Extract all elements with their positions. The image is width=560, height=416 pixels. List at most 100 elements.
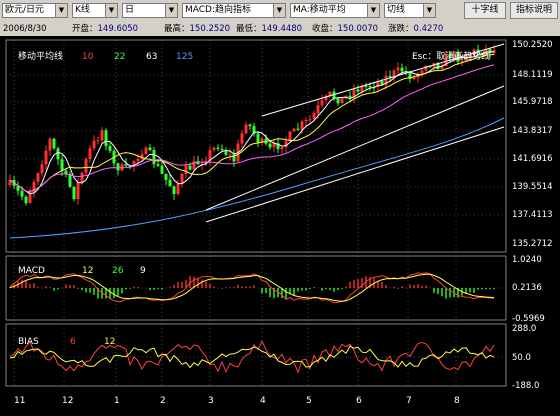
low-field: 最低：149.4480 bbox=[236, 23, 302, 35]
indicator-group-value: MACD:趋向指标 bbox=[185, 5, 252, 15]
ma-indicator-select[interactable]: MA:移动平均 ▼ bbox=[290, 3, 380, 18]
candle-body bbox=[228, 154, 232, 156]
candle-body bbox=[296, 128, 300, 130]
ma-title: 移动平均线 bbox=[18, 50, 63, 62]
candle-body bbox=[168, 179, 172, 187]
y-tick: 135.2712 bbox=[512, 239, 553, 249]
x-tick-month: 7 bbox=[406, 396, 412, 406]
candle-body bbox=[400, 67, 404, 72]
candle-body bbox=[20, 190, 24, 197]
candle-body bbox=[56, 148, 60, 160]
indicator-group-select[interactable]: MACD:趋向指标 ▼ bbox=[182, 3, 286, 18]
candle-body bbox=[348, 95, 352, 98]
change-value: 0.4270 bbox=[413, 24, 444, 34]
candle-body bbox=[188, 165, 192, 170]
y-tick: 50.0 bbox=[512, 353, 531, 363]
candle-body bbox=[172, 186, 176, 195]
x-tick-month: 3 bbox=[208, 396, 214, 406]
open-value: 149.6050 bbox=[97, 24, 139, 34]
candle-body bbox=[136, 158, 140, 161]
y-tick: 0.2136 bbox=[512, 283, 542, 293]
bias-param-12: 12 bbox=[104, 337, 115, 347]
low-value: 149.4480 bbox=[261, 24, 303, 34]
ma22-label: 22 bbox=[114, 52, 125, 62]
candle-body bbox=[88, 148, 92, 160]
candle-body bbox=[104, 130, 108, 147]
candle-body bbox=[100, 130, 104, 141]
y-tick: 139.5514 bbox=[512, 182, 553, 192]
open-label: 开盘： bbox=[72, 24, 98, 34]
crosshair-button[interactable]: 十字线 bbox=[464, 2, 506, 19]
candle-body bbox=[44, 150, 48, 165]
ma125-label: 125 bbox=[176, 52, 193, 62]
x-tick-month: 5 bbox=[306, 396, 312, 406]
candle-body bbox=[52, 138, 56, 149]
x-tick-month: 6 bbox=[356, 396, 362, 406]
chevron-down-icon[interactable]: ▼ bbox=[423, 4, 435, 17]
ma63-label: 63 bbox=[146, 52, 157, 62]
symbol-value: 欧元/日元 bbox=[5, 5, 45, 15]
high-label: 最高： bbox=[164, 24, 190, 34]
chart-type-value: K线 bbox=[75, 5, 90, 15]
quote-date: 2006/8/30 bbox=[3, 24, 47, 34]
period-select[interactable]: 日 ▼ bbox=[122, 3, 178, 18]
y-tick: 141.6916 bbox=[512, 154, 553, 164]
y-tick: 150.2520 bbox=[512, 40, 553, 50]
candle-body bbox=[356, 89, 360, 92]
y-tick: 1.0240 bbox=[512, 255, 542, 265]
candle-body bbox=[368, 86, 372, 88]
ma-indicator-value: MA:移动平均 bbox=[293, 5, 346, 15]
candle-body bbox=[292, 128, 296, 132]
candle-body bbox=[288, 131, 292, 142]
x-tick-month: 4 bbox=[260, 396, 266, 406]
ma10-label: 10 bbox=[82, 52, 94, 62]
candle-body bbox=[164, 173, 168, 180]
y-tick: 137.4113 bbox=[512, 210, 553, 220]
x-tick-month: 12 bbox=[62, 396, 73, 406]
candle-body bbox=[156, 164, 160, 166]
esc-hint: Esc：取消画趋势线 bbox=[412, 50, 490, 62]
chevron-down-icon[interactable]: ▼ bbox=[105, 4, 117, 17]
bias-title: BIAS bbox=[18, 337, 39, 347]
macd-param-slow: 26 bbox=[112, 266, 124, 276]
chart-area[interactable]: 移动平均线 10 22 63 125 Esc：取消画趋势线 150.2520 1… bbox=[0, 36, 560, 416]
chevron-down-icon[interactable]: ▼ bbox=[165, 4, 177, 17]
y-tick: 143.8317 bbox=[512, 126, 553, 136]
x-tick-month: 2 bbox=[160, 396, 166, 406]
candle-body bbox=[176, 183, 180, 195]
change-label: 涨跌： bbox=[388, 24, 414, 34]
y-tick: 145.9718 bbox=[512, 97, 553, 107]
candle-body bbox=[312, 112, 316, 120]
indicator-help-button[interactable]: 指标说明 bbox=[510, 2, 558, 19]
candle-body bbox=[364, 85, 368, 87]
candle-body bbox=[396, 67, 400, 71]
macd-param-fast: 12 bbox=[82, 266, 93, 276]
split-mode-select[interactable]: 切线 ▼ bbox=[384, 3, 436, 18]
chart-type-select[interactable]: K线 ▼ bbox=[72, 3, 118, 18]
chevron-down-icon[interactable]: ▼ bbox=[273, 4, 285, 17]
x-tick-month: 11 bbox=[14, 396, 25, 406]
candle-body bbox=[268, 143, 272, 148]
candle-body bbox=[92, 140, 96, 149]
candle-body bbox=[148, 147, 152, 151]
candle-body bbox=[60, 159, 64, 171]
y-tick: 288.0 bbox=[512, 324, 536, 334]
candle-body bbox=[72, 186, 76, 200]
x-tick-month: 8 bbox=[454, 396, 460, 406]
candle-body bbox=[64, 170, 68, 174]
candle-body bbox=[212, 147, 216, 150]
candle-body bbox=[248, 124, 252, 127]
candle-body bbox=[420, 70, 424, 74]
candle-body bbox=[84, 159, 88, 173]
close-field: 收盘：150.0070 bbox=[312, 23, 378, 35]
chevron-down-icon[interactable]: ▼ bbox=[367, 4, 379, 17]
chevron-down-icon[interactable]: ▼ bbox=[55, 4, 67, 17]
candle-body bbox=[68, 173, 72, 187]
high-value: 150.2520 bbox=[189, 24, 231, 34]
candle-body bbox=[280, 147, 284, 150]
close-label: 收盘： bbox=[312, 24, 338, 34]
symbol-select[interactable]: 欧元/日元 ▼ bbox=[2, 3, 68, 18]
x-tick-month: 1 bbox=[114, 396, 120, 406]
candle-body bbox=[308, 119, 312, 121]
candle-body bbox=[36, 173, 40, 182]
